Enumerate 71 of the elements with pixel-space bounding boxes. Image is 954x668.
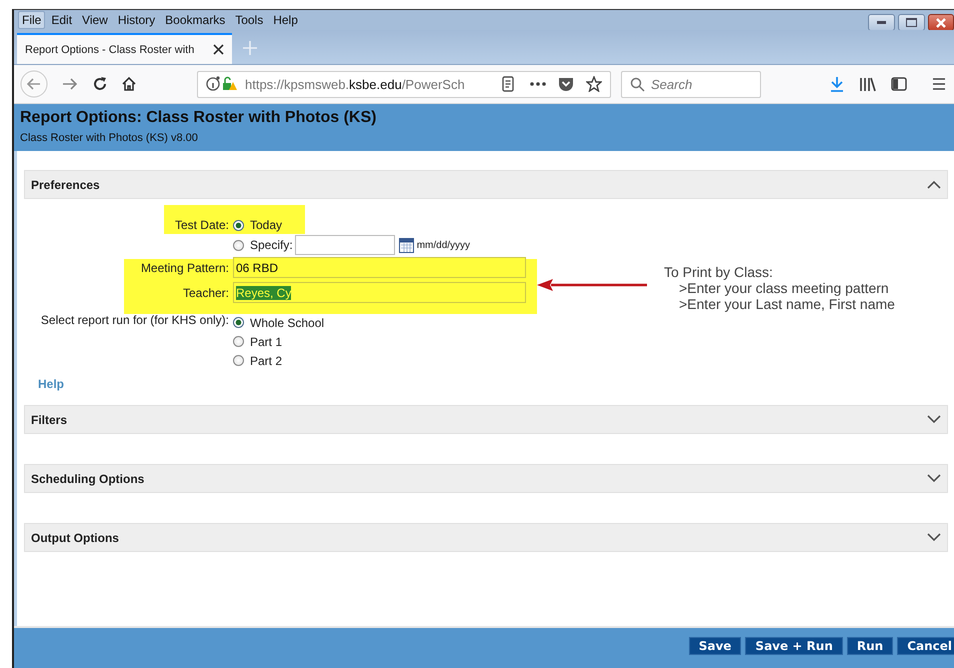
radio-option[interactable]: Specify: [233, 236, 293, 254]
radio-button[interactable] [233, 355, 244, 366]
chevron-down-icon [927, 533, 941, 542]
download-icon[interactable] [830, 76, 844, 92]
field-label: Test Date: [174, 218, 230, 232]
sidebar-icon[interactable] [891, 77, 907, 91]
menu-item[interactable]: History [114, 11, 160, 29]
close-button[interactable] [928, 14, 954, 31]
section-header[interactable]: Output Options [24, 523, 948, 552]
more-icon[interactable] [530, 82, 546, 86]
field-label: Teacher: [182, 286, 230, 300]
radio-button[interactable] [233, 240, 244, 250]
search-icon [630, 76, 645, 92]
menu-item[interactable]: Help [269, 11, 302, 29]
close-icon[interactable] [213, 44, 224, 55]
note-line: >Enter your class meeting pattern [678, 280, 890, 296]
chevron-down-icon [927, 474, 941, 483]
back-icon[interactable] [20, 70, 48, 98]
action-button[interactable]: Cancel [897, 637, 954, 655]
radio-option[interactable]: Whole School [233, 313, 324, 332]
radio-button[interactable] [233, 317, 244, 328]
menu-item[interactable]: View [78, 11, 112, 29]
section-header[interactable]: Scheduling Options [24, 464, 948, 493]
radio-option[interactable]: Part 1 [233, 332, 282, 351]
chevron-down-icon [927, 415, 941, 424]
field-label: Meeting Pattern: [140, 260, 230, 274]
library-icon[interactable] [859, 76, 876, 92]
action-button[interactable]: Save + Run [745, 637, 843, 655]
section-title: Preferences [31, 178, 100, 192]
reader-view-icon[interactable] [502, 76, 514, 92]
date-format-hint: mm/dd/yyyy [416, 240, 470, 250]
meeting-pattern-field[interactable]: 06 RBD [233, 257, 526, 278]
url-text: https://kpsmsweb.ksbe.edu/PowerSch [245, 76, 466, 92]
field-label: Select report run for (for KHS only): [40, 312, 230, 327]
menu-item[interactable]: File [18, 11, 46, 29]
address-bar[interactable]: https://kpsmsweb.ksbe.edu/PowerSch [197, 70, 611, 98]
page-subtitle: Class Roster with Photos (KS) v8.00 [20, 132, 199, 144]
date-field[interactable] [294, 235, 395, 255]
close-icon [935, 18, 947, 28]
action-button[interactable]: Run [846, 637, 894, 655]
star-icon[interactable] [586, 76, 602, 92]
maximize-button[interactable] [898, 14, 925, 31]
home-icon[interactable] [121, 76, 137, 92]
menu-item[interactable]: Edit [47, 11, 76, 29]
action-button[interactable]: Save [688, 637, 742, 655]
browser-tab[interactable]: Report Options - Class Roster with [17, 33, 232, 64]
minimize-button[interactable] [868, 14, 895, 31]
page-title: Report Options: Class Roster with Photos (KS) [20, 109, 378, 127]
search-field[interactable]: Search [621, 70, 761, 98]
section-title: Output Options [31, 530, 119, 544]
chevron-up-icon [927, 180, 941, 189]
section-header[interactable]: Preferences [24, 170, 948, 199]
section-title: Filters [31, 412, 68, 426]
tab-title: Report Options - Class Roster with [25, 44, 196, 56]
reload-icon[interactable] [92, 76, 108, 92]
pocket-icon[interactable] [558, 76, 574, 92]
note-line: >Enter your Last name, First name [678, 296, 895, 312]
calendar-icon[interactable] [398, 238, 414, 252]
forward-icon[interactable] [61, 77, 79, 91]
menu-item[interactable]: Bookmarks [161, 11, 230, 29]
radio-option[interactable]: Part 2 [233, 351, 282, 370]
section-title: Scheduling Options [31, 472, 144, 486]
menu-item[interactable]: Tools [231, 11, 268, 29]
menu-icon[interactable] [932, 78, 946, 90]
help-link[interactable]: Help [38, 377, 64, 391]
radio-option[interactable]: Today [233, 216, 282, 234]
radio-button[interactable] [233, 336, 244, 347]
teacher-field[interactable]: Reyes, Cy [233, 282, 526, 303]
info-lock-icon [206, 76, 238, 92]
section-header[interactable]: Filters [24, 405, 948, 434]
note-title: To Print by Class: [664, 264, 774, 280]
